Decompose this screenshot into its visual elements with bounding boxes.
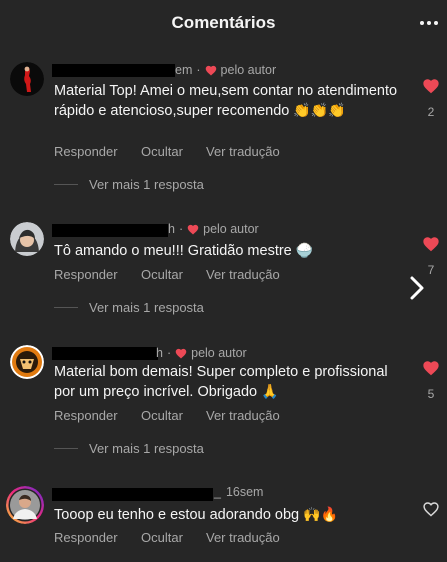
heart-outline-icon[interactable] (422, 501, 440, 522)
like-column: 5 (420, 360, 442, 401)
reply-button[interactable]: Responder (54, 144, 141, 159)
like-column: 7 (420, 236, 442, 277)
comment-actions: Responder Ocultar Ver tradução (54, 408, 280, 423)
comment-meta: em · pelo autor (175, 63, 277, 77)
like-count: 5 (427, 387, 435, 401)
time-fragment: h (168, 222, 175, 236)
avatar[interactable] (10, 62, 44, 96)
comment-text: Material bom demais! Super completo e pr… (54, 364, 388, 400)
comment-actions: Responder Ocultar Ver tradução (54, 267, 280, 282)
heart-filled-icon[interactable] (422, 78, 440, 99)
heart-filled-icon[interactable] (422, 360, 440, 381)
translate-button[interactable]: Ver tradução (206, 144, 280, 159)
divider (54, 307, 78, 308)
hide-button[interactable]: Ocultar (141, 408, 206, 423)
header: Comentários (0, 0, 447, 46)
comment-meta: h · pelo autor (156, 346, 247, 360)
avatar[interactable] (10, 222, 44, 256)
hide-button[interactable]: Ocultar (141, 267, 206, 282)
clap-emoji: 👏👏👏 (293, 102, 346, 118)
divider (54, 184, 78, 185)
username-redacted[interactable] (52, 64, 175, 77)
reply-button[interactable]: Responder (54, 267, 141, 282)
username-redacted[interactable] (52, 224, 168, 237)
hide-button[interactable]: Ocultar (141, 530, 206, 545)
username-redacted[interactable] (52, 488, 213, 501)
author-heart-icon (175, 348, 187, 359)
like-count: 2 (427, 105, 435, 119)
pray-emoji: 🙏 (261, 383, 279, 399)
avatar[interactable] (6, 486, 44, 524)
reply-button[interactable]: Responder (54, 408, 141, 423)
author-liked-label: pelo autor (203, 222, 259, 236)
view-replies-button[interactable]: Ver mais 1 resposta (54, 300, 204, 315)
more-options-icon[interactable] (418, 12, 440, 34)
author-liked-label: pelo autor (191, 346, 247, 360)
author-heart-icon (205, 65, 217, 76)
avatar[interactable] (10, 345, 44, 379)
chevron-right-icon[interactable] (404, 274, 430, 302)
translate-button[interactable]: Ver tradução (206, 530, 280, 545)
author-heart-icon (187, 224, 199, 235)
divider (54, 448, 78, 449)
time-label: 16sem (225, 485, 264, 499)
username-fragment: _ (214, 485, 221, 499)
comment-actions: Responder Ocultar Ver tradução (54, 144, 280, 159)
translate-button[interactable]: Ver tradução (206, 267, 280, 282)
comment-text: Tooop eu tenho e estou adorando obg 🙌🔥 (54, 506, 339, 523)
view-replies-button[interactable]: Ver mais 1 resposta (54, 441, 204, 456)
reply-button[interactable]: Responder (54, 530, 141, 545)
comment-text: Material Top! Amei o meu,sem contar no a… (54, 83, 398, 119)
time-fragment: em (175, 63, 193, 77)
author-liked-label: pelo autor (220, 63, 277, 77)
like-column: 2 (420, 78, 442, 119)
hide-button[interactable]: Ocultar (141, 144, 206, 159)
like-column (420, 501, 442, 522)
rice-emoji: 🍚 (295, 242, 314, 258)
translate-button[interactable]: Ver tradução (206, 408, 280, 423)
comment-text: Tô amando o meu!!! Gratidão mestre 🍚 (54, 242, 314, 259)
page-title: Comentários (171, 13, 276, 32)
username-redacted[interactable] (52, 347, 158, 360)
time-fragment: h (156, 346, 163, 360)
comment-actions: Responder Ocultar Ver tradução (54, 530, 280, 545)
raised-hands-fire-emoji: 🙌🔥 (303, 506, 339, 522)
comment-meta: _ 16sem (214, 485, 263, 499)
comment-meta: h · pelo autor (168, 222, 259, 236)
heart-filled-icon[interactable] (422, 236, 440, 257)
view-replies-button[interactable]: Ver mais 1 resposta (54, 177, 204, 192)
